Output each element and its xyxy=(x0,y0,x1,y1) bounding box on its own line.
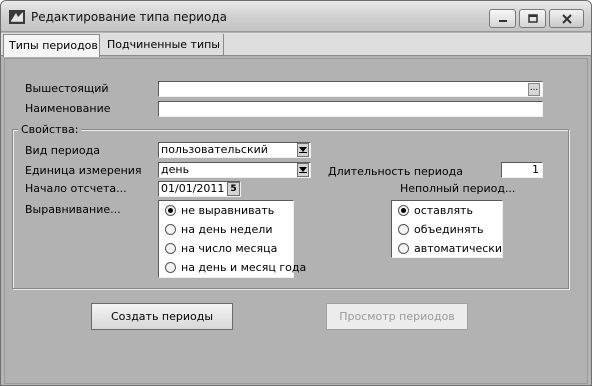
partial-option-merge[interactable]: объединять xyxy=(398,222,484,236)
title-bar[interactable]: Редактирование типа периода xyxy=(1,1,591,32)
tab-period-types[interactable]: Типы периодов xyxy=(3,34,100,57)
partial-option-label: объединять xyxy=(414,222,484,236)
period-kind-select[interactable]: пользовательский xyxy=(158,142,311,158)
partial-period-radio-group: оставлять объединять автоматически xyxy=(391,200,503,258)
radio-checked-icon xyxy=(165,204,176,216)
partial-option-auto[interactable]: автоматически xyxy=(398,241,502,255)
name-label: Наименование xyxy=(25,102,111,115)
tab-label: Подчиненные типы xyxy=(107,38,220,51)
duration-label: Длительность периода xyxy=(328,165,463,178)
maximize-icon xyxy=(527,14,538,23)
alignment-option-label: на день и месяц года xyxy=(181,260,307,274)
window-title: Редактирование типа периода xyxy=(31,10,227,24)
period-kind-label: Вид периода xyxy=(25,144,100,157)
parent-select-button[interactable]: ... xyxy=(528,83,540,96)
app-icon xyxy=(9,10,25,24)
alignment-option-day-month-year[interactable]: на день и месяц года xyxy=(165,260,306,274)
radio-unchecked-icon xyxy=(165,223,176,235)
alignment-option-label: на число месяца xyxy=(181,241,278,255)
alignment-option-month-day[interactable]: на число месяца xyxy=(165,241,277,255)
period-kind-dropdown-button[interactable] xyxy=(297,143,309,157)
unit-label: Единица измерения xyxy=(25,164,142,177)
radio-checked-icon xyxy=(398,204,409,216)
parent-label: Вышестоящий xyxy=(25,82,109,95)
chevron-down-icon xyxy=(299,167,307,173)
alignment-label: Выравнивание... xyxy=(25,203,121,216)
create-periods-label: Создать периоды xyxy=(110,310,214,323)
close-button[interactable] xyxy=(549,9,584,28)
maximize-button[interactable] xyxy=(519,9,546,28)
partial-option-label: автоматически xyxy=(414,241,503,255)
duration-field[interactable]: 1 xyxy=(501,162,543,178)
radio-unchecked-icon xyxy=(165,242,176,254)
unit-select[interactable]: день xyxy=(158,162,311,178)
calendar-button[interactable]: 5 xyxy=(227,182,240,196)
tab-subordinate-types[interactable]: Подчиненные типы xyxy=(102,34,224,56)
radio-unchecked-icon xyxy=(165,261,176,273)
tab-content-panel: Вышестоящий ... Наименование Свойства: В… xyxy=(4,58,588,384)
view-periods-button[interactable]: Просмотр периодов xyxy=(326,303,468,330)
close-icon xyxy=(561,13,572,24)
create-periods-button[interactable]: Создать периоды xyxy=(91,303,233,330)
tab-label: Типы периодов xyxy=(9,39,98,52)
alignment-option-weekday[interactable]: на день недели xyxy=(165,222,273,236)
minimize-icon xyxy=(498,19,507,22)
partial-option-label: оставлять xyxy=(414,203,473,217)
alignment-radio-group: не выравнивать на день недели на число м… xyxy=(158,200,306,278)
unit-dropdown-button[interactable] xyxy=(297,163,309,177)
edit-period-type-window: Редактирование типа периода Типы периодо… xyxy=(0,0,592,386)
start-label: Начало отсчета... xyxy=(25,182,127,195)
chevron-down-icon xyxy=(299,147,307,153)
properties-title: Свойства: xyxy=(18,123,82,136)
parent-field[interactable] xyxy=(158,81,543,97)
alignment-option-label: на день недели xyxy=(181,222,273,236)
name-field[interactable] xyxy=(158,101,543,117)
partial-option-keep[interactable]: оставлять xyxy=(398,203,473,217)
radio-unchecked-icon xyxy=(398,223,409,235)
partial-period-label: Неполный период... xyxy=(400,182,516,195)
alignment-option-label: не выравнивать xyxy=(181,203,275,217)
alignment-option-none[interactable]: не выравнивать xyxy=(165,203,274,217)
tab-bar: Типы периодов Подчиненные типы xyxy=(1,33,591,57)
view-periods-label: Просмотр периодов xyxy=(339,310,455,323)
minimize-button[interactable] xyxy=(489,9,516,28)
radio-unchecked-icon xyxy=(398,242,409,254)
